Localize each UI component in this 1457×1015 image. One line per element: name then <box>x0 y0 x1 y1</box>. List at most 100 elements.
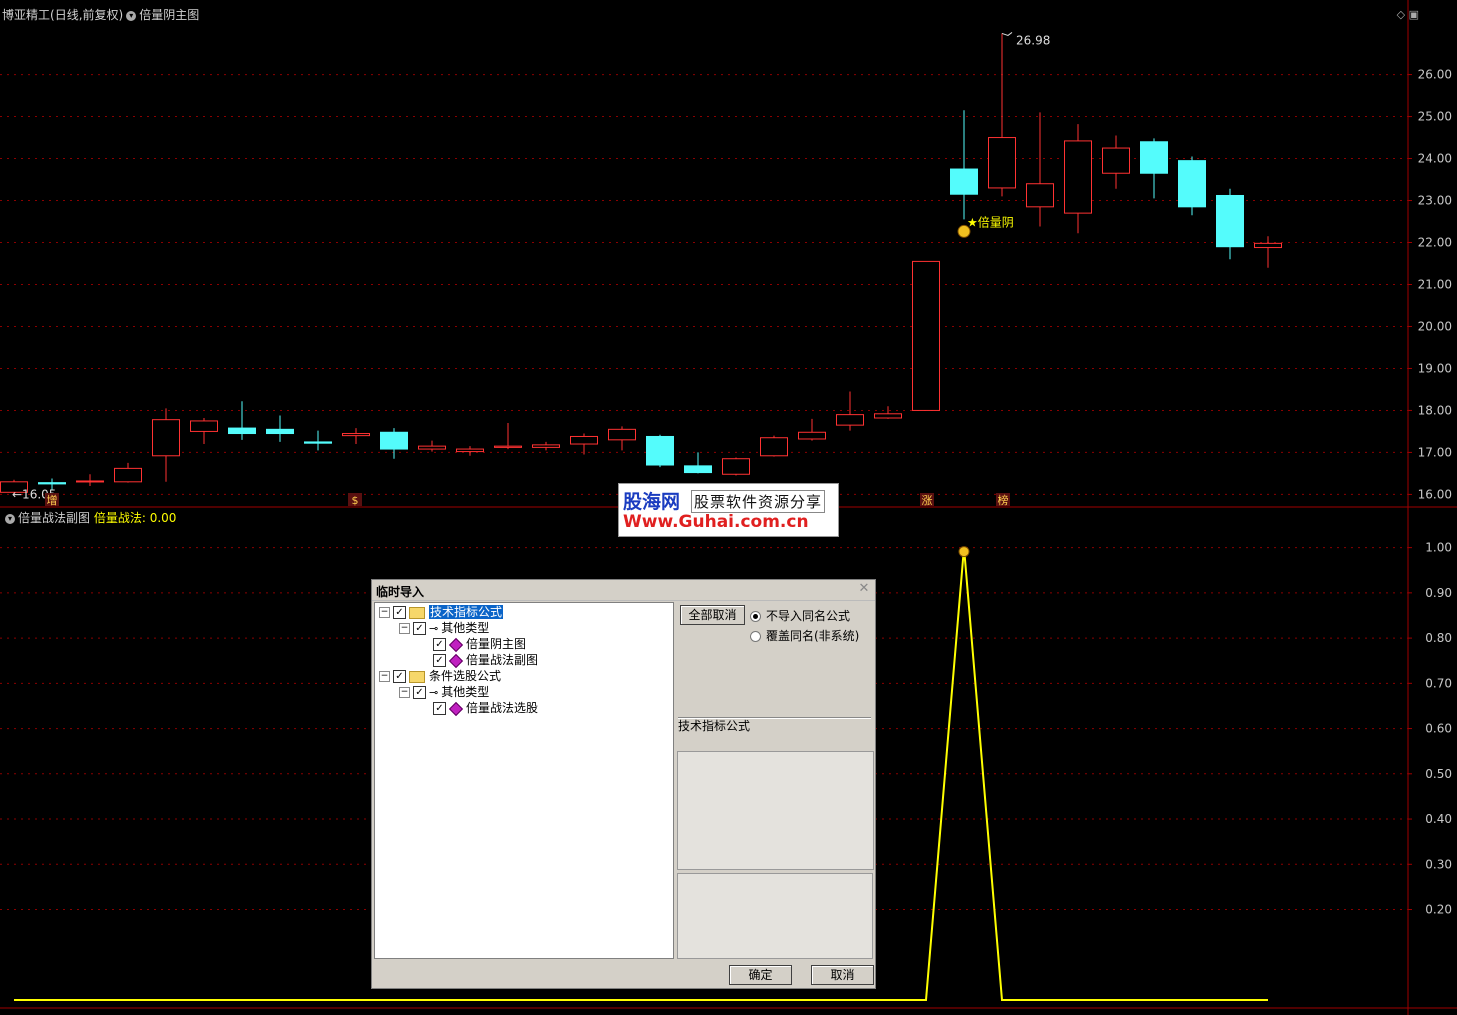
tree-node-label[interactable]: 倍量战法选股 <box>466 701 538 715</box>
dialog-title: 临时导入 <box>376 585 425 599</box>
formula-tree[interactable]: − ✓ 技术指标公式 − ✓ ⊸ 其他类型 ✓ 倍量阴主图 ✓ 倍量战法副图 − ✓ 条件选股公式… <box>374 602 674 959</box>
checkbox[interactable]: ✓ <box>393 670 406 683</box>
y-tick-label: 0.20 <box>1425 903 1452 917</box>
dropdown-icon[interactable]: ▾ <box>5 513 15 524</box>
dialog-title-bar: 临时导入 ✕ <box>372 580 875 601</box>
high-marker <box>1001 32 1013 36</box>
candle-body <box>494 445 522 448</box>
radio-label: 覆盖同名(非系统) <box>766 629 860 643</box>
candle-body <box>836 414 864 426</box>
tree-node-label[interactable]: 倍量战法副图 <box>466 653 538 667</box>
key-icon: ⊸ <box>429 621 439 635</box>
tree-node-label[interactable]: 其他类型 <box>441 621 489 635</box>
candle-body <box>532 444 560 448</box>
candle-body <box>608 428 636 441</box>
tree-node-item1[interactable]: ✓ 倍量阴主图 <box>433 636 526 652</box>
group-label: 技术指标公式 <box>678 719 751 733</box>
candle-body <box>304 441 332 444</box>
y-tick-label: 0.90 <box>1425 586 1452 600</box>
folder-icon <box>409 606 425 619</box>
event-marker: 增 <box>47 493 58 507</box>
candle-body <box>1216 194 1244 248</box>
y-tick-label: 0.40 <box>1425 812 1452 826</box>
checkbox[interactable]: ✓ <box>433 702 446 715</box>
watermark-url: Www.Guhai.com.cn <box>623 512 809 532</box>
tree-node-label[interactable]: 技术指标公式 <box>429 605 504 619</box>
window-controls: ◇ ▣ <box>1397 8 1419 21</box>
money-bag-icon <box>958 546 970 558</box>
radio-overwrite[interactable]: 覆盖同名(非系统) <box>750 627 859 644</box>
main-indicator-name[interactable]: 倍量阴主图 <box>139 8 199 22</box>
candle-body <box>1178 160 1206 208</box>
candle-body <box>342 433 370 437</box>
tree-node-item2[interactable]: ✓ 倍量战法副图 <box>433 652 538 668</box>
event-marker: 涨 <box>922 494 933 507</box>
candle-body <box>912 260 940 411</box>
candle-body <box>418 445 446 450</box>
tree-node-tech[interactable]: − ✓ 技术指标公式 <box>379 604 504 620</box>
tree-node-label[interactable]: 其他类型 <box>441 685 489 699</box>
candle-body <box>950 168 978 195</box>
radio-no-import[interactable]: 不导入同名公式 <box>750 607 850 624</box>
candle-body <box>646 435 674 466</box>
candle-body <box>874 413 902 419</box>
checkbox[interactable]: ✓ <box>413 622 426 635</box>
formula-icon <box>448 637 464 652</box>
signal-label: ★倍量阴 <box>967 214 1014 229</box>
y-tick-label: 18.00 <box>1418 403 1452 417</box>
candle-body <box>988 137 1016 189</box>
y-tick-label: 23.00 <box>1418 194 1452 208</box>
formula-icon <box>448 701 464 716</box>
collapse-icon[interactable]: − <box>399 623 410 634</box>
period-label: (日线,前复权) <box>50 8 124 22</box>
candle-body <box>684 465 712 474</box>
candle-body <box>38 482 66 485</box>
diamond-icon[interactable]: ◇ <box>1397 8 1405 21</box>
tree-node-select[interactable]: − ✓ 条件选股公式 <box>379 668 501 684</box>
collapse-icon[interactable]: − <box>379 607 390 618</box>
collapse-icon[interactable]: − <box>399 687 410 698</box>
indicator-value: 倍量战法: 0.00 <box>93 511 177 525</box>
ok-button[interactable]: 确定 <box>729 965 792 985</box>
cancel-button[interactable]: 取消 <box>811 965 874 985</box>
formula-icon <box>448 653 464 668</box>
radio-dot[interactable] <box>750 631 761 642</box>
y-tick-label: 22.00 <box>1418 236 1452 250</box>
radio-label: 不导入同名公式 <box>766 609 851 623</box>
watermark-logo: 股海网 股票软件资源分享 Www.Guhai.com.cn <box>618 483 839 537</box>
watermark-slogan: 股票软件资源分享 <box>691 490 826 513</box>
y-tick-label: 0.50 <box>1425 767 1452 781</box>
candle-body <box>380 431 408 450</box>
y-tick-label: 20.00 <box>1418 319 1452 333</box>
event-marker: $ <box>352 494 359 507</box>
candle-body <box>570 435 598 445</box>
candle-body <box>1102 147 1130 174</box>
checkbox[interactable]: ✓ <box>433 654 446 667</box>
candle-body <box>76 480 104 483</box>
tree-node-label[interactable]: 条件选股公式 <box>429 669 501 683</box>
tree-node-label[interactable]: 倍量阴主图 <box>466 637 526 651</box>
tree-node-other2[interactable]: − ✓ ⊸ 其他类型 <box>399 684 489 700</box>
checkbox[interactable]: ✓ <box>393 606 406 619</box>
tree-node-item3[interactable]: ✓ 倍量战法选股 <box>433 700 538 716</box>
sub-indicator-name[interactable]: 倍量战法副图 <box>18 511 90 525</box>
layout-icon[interactable]: ▣ <box>1409 8 1419 21</box>
stock-name: 博亚精工 <box>2 8 51 22</box>
close-icon[interactable]: ✕ <box>857 582 871 596</box>
radio-dot[interactable] <box>750 611 761 622</box>
checkbox[interactable]: ✓ <box>413 686 426 699</box>
tree-node-other1[interactable]: − ✓ ⊸ 其他类型 <box>399 620 489 636</box>
candle-body <box>760 437 788 457</box>
y-tick-label: 25.00 <box>1418 110 1452 124</box>
y-tick-label: 21.00 <box>1418 277 1452 291</box>
candle-body <box>152 419 180 457</box>
folder-icon <box>409 670 425 683</box>
y-tick-label: 17.00 <box>1418 445 1452 459</box>
collapse-icon[interactable]: − <box>379 671 390 682</box>
deselect-all-button[interactable]: 全部取消 <box>680 605 745 625</box>
y-tick-label: 0.60 <box>1425 722 1452 736</box>
event-marker: 榜 <box>998 493 1009 507</box>
candle-body <box>1254 242 1282 249</box>
dropdown-icon[interactable]: ▾ <box>126 10 137 21</box>
checkbox[interactable]: ✓ <box>433 638 446 651</box>
